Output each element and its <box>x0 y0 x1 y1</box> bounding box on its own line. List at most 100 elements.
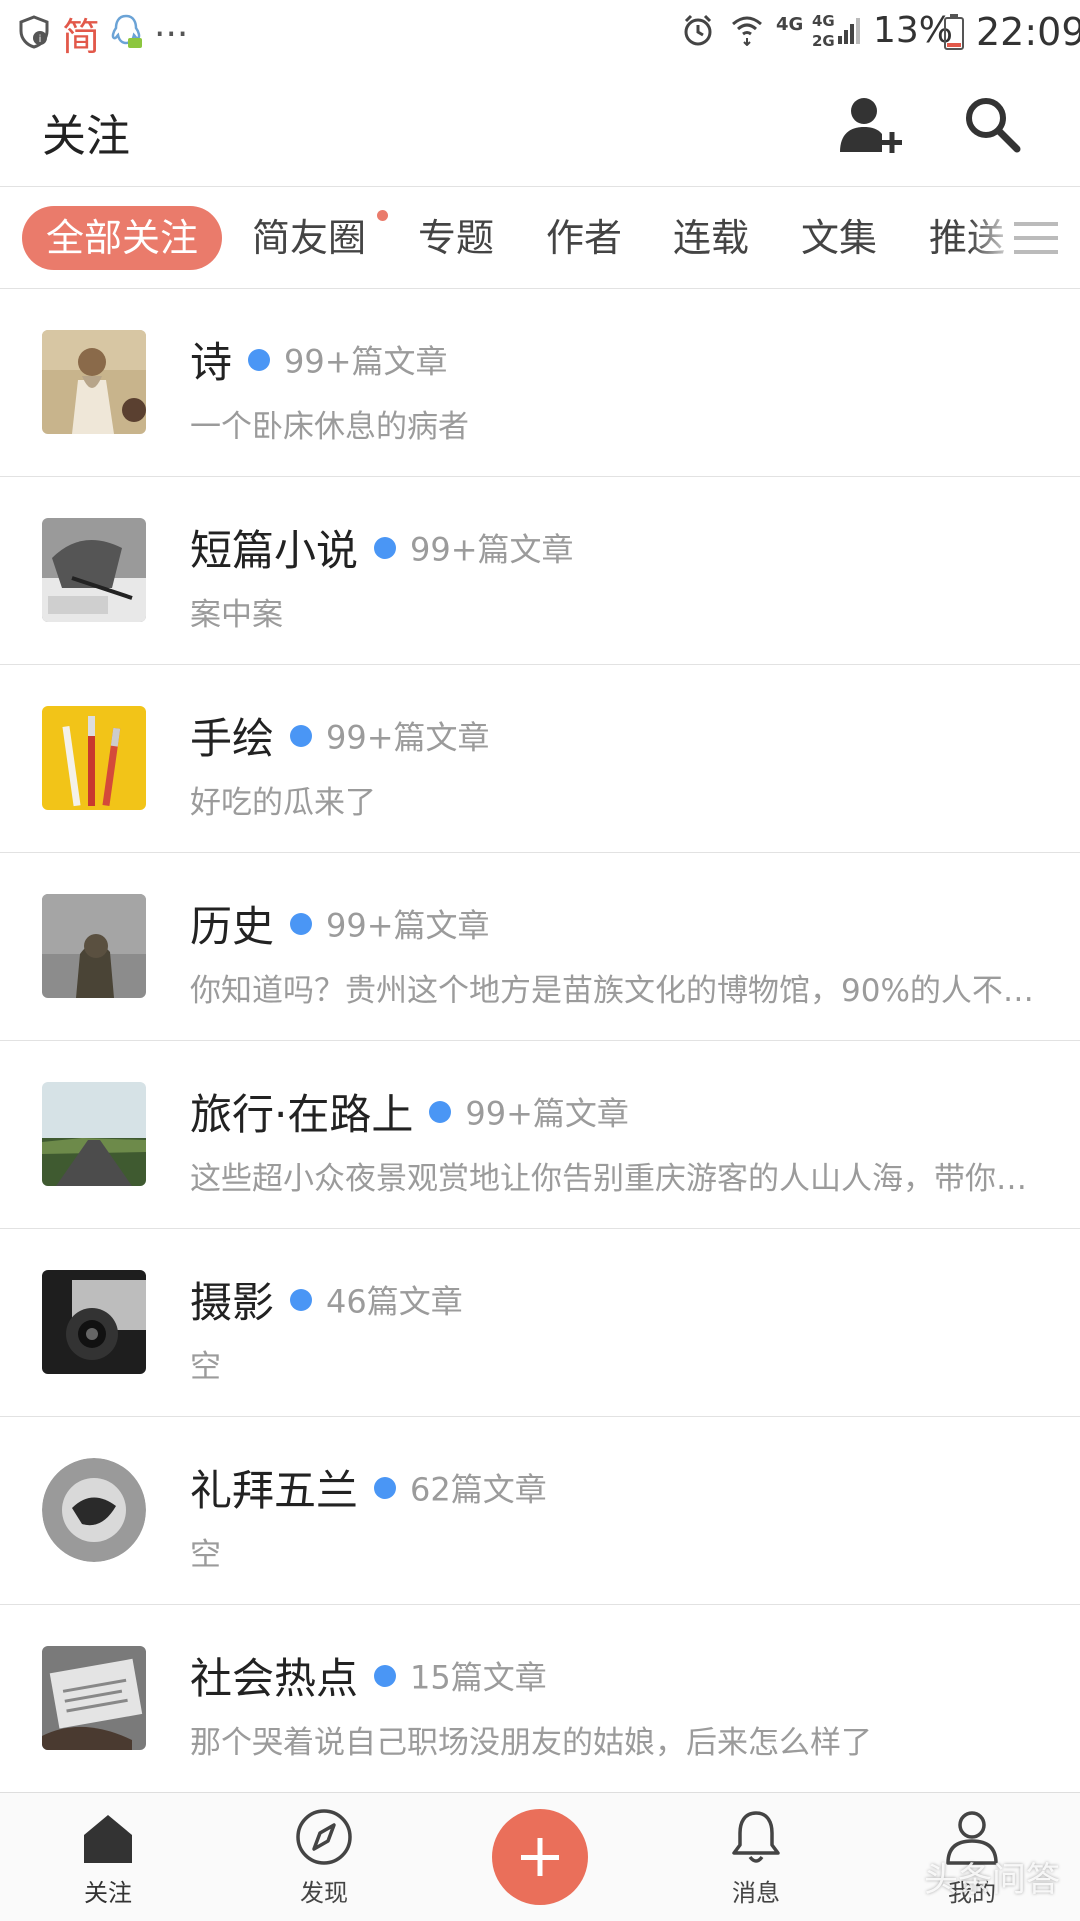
article-count: 15篇文章 <box>410 1658 547 1697</box>
alarm-icon <box>684 14 712 46</box>
item-title: 诗 99+篇文章 <box>190 329 448 390</box>
write-article-button[interactable] <box>492 1809 588 1905</box>
wifi-icon <box>732 16 762 46</box>
item-title: 礼拜五兰 62篇文章 <box>190 1457 547 1518</box>
nav-following[interactable]: 关注 <box>48 1807 168 1917</box>
nav-discover[interactable]: 发现 <box>264 1807 384 1917</box>
article-count: 99+篇文章 <box>284 342 448 381</box>
qq-icon <box>111 14 142 48</box>
nav-label: 关注 <box>84 1879 132 1907</box>
list-item[interactable]: 旅行·在路上 99+篇文章 这些超小众夜景观赏地让你告别重庆游客的人山人海，带你看… <box>0 1041 1080 1229</box>
battery-icon <box>944 14 964 50</box>
list-item[interactable]: 诗 99+篇文章 一个卧床休息的病者 <box>0 289 1080 477</box>
item-description: 案中案 <box>190 597 283 633</box>
item-name: 诗 <box>190 338 233 387</box>
article-count: 62篇文章 <box>410 1470 547 1509</box>
page-title: 关注 <box>42 111 130 162</box>
nav-label: 发现 <box>300 1879 348 1907</box>
item-name: 摄影 <box>190 1278 275 1327</box>
home-icon <box>84 1815 132 1863</box>
avatar-camera <box>42 1270 146 1374</box>
avatar-newspaper <box>42 1646 146 1750</box>
menu-icon[interactable] <box>1014 218 1058 258</box>
network-type: 4G <box>776 14 804 35</box>
update-dot <box>248 348 271 371</box>
svg-text:i: i <box>39 34 42 45</box>
avatar-brushes <box>42 706 146 810</box>
more-notifications: ... <box>154 4 189 45</box>
tab-serials[interactable]: 连载 <box>673 206 749 270</box>
network-type-sim1: 4G <box>812 12 835 30</box>
item-title: 摄影 46篇文章 <box>190 1269 463 1330</box>
article-count: 99+篇文章 <box>410 530 574 569</box>
item-title: 手绘 99+篇文章 <box>190 705 490 766</box>
list-item[interactable]: 社会热点 15篇文章 那个哭着说自己职场没朋友的姑娘，后来怎么样了 <box>0 1605 1080 1793</box>
update-dot <box>374 1476 397 1499</box>
list-item[interactable]: 摄影 46篇文章 空 <box>0 1229 1080 1417</box>
item-title: 旅行·在路上 99+篇文章 <box>190 1081 629 1142</box>
update-dot <box>290 724 313 747</box>
tab-all-following[interactable]: 全部关注 <box>22 206 223 270</box>
item-description: 空 <box>190 1349 221 1385</box>
nav-label: 消息 <box>732 1879 780 1907</box>
article-count: 99+篇文章 <box>465 1094 629 1133</box>
avatar-road <box>42 1082 146 1186</box>
item-description: 这些超小众夜景观赏地让你告别重庆游客的人山人海，带你看最美夜景 <box>190 1161 1040 1197</box>
network-type-sim2: 2G <box>812 32 835 50</box>
item-description: 空 <box>190 1537 221 1573</box>
bell-icon <box>732 1811 780 1863</box>
nav-messages[interactable]: 消息 <box>696 1807 816 1917</box>
jianshu-notify-icon: 简 <box>62 15 101 59</box>
battery-percent: 13% <box>873 10 954 51</box>
update-dot <box>374 536 397 559</box>
list-item[interactable]: 历史 99+篇文章 你知道吗？贵州这个地方是苗族文化的博物馆，90%的人不知道 <box>0 853 1080 1041</box>
item-description: 你知道吗？贵州这个地方是苗族文化的博物馆，90%的人不知道 <box>190 973 1040 1009</box>
bottom-nav: 关注 发现 消息 我的 <box>0 1792 1080 1921</box>
app-header: 关注 <box>0 66 1080 187</box>
item-title: 历史 99+篇文章 <box>190 893 490 954</box>
update-dot <box>429 1100 452 1123</box>
avatar-writing <box>42 518 146 622</box>
item-name: 旅行·在路上 <box>190 1090 414 1139</box>
list-item[interactable]: 手绘 99+篇文章 好吃的瓜来了 <box>0 665 1080 853</box>
unread-dot <box>377 210 388 221</box>
shield-icon: i <box>19 15 49 49</box>
following-list: 诗 99+篇文章 一个卧床休息的病者 短篇小说 99+篇文章 案中案 手绘 99+篇文… <box>0 289 1080 1793</box>
watermark: 头条问答 <box>924 1860 1060 1900</box>
avatar-hand <box>42 1458 146 1562</box>
item-description: 好吃的瓜来了 <box>190 785 376 821</box>
article-count: 99+篇文章 <box>326 718 490 757</box>
item-description: 那个哭着说自己职场没朋友的姑娘，后来怎么样了 <box>190 1725 872 1761</box>
item-name: 短篇小说 <box>190 526 359 575</box>
signal-icon <box>838 18 860 44</box>
article-count: 99+篇文章 <box>326 906 490 945</box>
tab-authors[interactable]: 作者 <box>546 206 622 270</box>
search-button[interactable] <box>962 94 1032 164</box>
list-item[interactable]: 礼拜五兰 62篇文章 空 <box>0 1417 1080 1605</box>
status-bar: i 简 ... 4G 4G 2G 13% 22:09 <box>0 0 1080 66</box>
search-icon <box>966 98 1021 153</box>
list-item[interactable]: 短篇小说 99+篇文章 案中案 <box>0 477 1080 665</box>
update-dot <box>374 1664 397 1687</box>
item-name: 历史 <box>190 902 275 951</box>
plus-icon <box>521 1838 559 1876</box>
update-dot <box>290 912 313 935</box>
add-user-button[interactable] <box>836 94 906 164</box>
compass-icon <box>296 1809 352 1865</box>
category-tabs: 全部关注 简友圈 专题 作者 连载 文集 推送 <box>0 188 1080 289</box>
avatar-lion-statue <box>42 894 146 998</box>
update-dot <box>290 1288 313 1311</box>
item-name: 手绘 <box>190 714 275 763</box>
item-name: 社会热点 <box>190 1654 359 1703</box>
tab-collections[interactable]: 文集 <box>801 206 877 270</box>
add-user-icon <box>840 98 902 153</box>
tab-friends-circle[interactable]: 简友圈 <box>252 206 366 270</box>
avatar-statue <box>42 330 146 434</box>
item-title: 社会热点 15篇文章 <box>190 1645 547 1706</box>
clock: 22:09 <box>976 10 1080 54</box>
item-description: 一个卧床休息的病者 <box>190 409 469 445</box>
item-name: 礼拜五兰 <box>190 1466 359 1515</box>
article-count: 46篇文章 <box>326 1282 463 1321</box>
tab-topics[interactable]: 专题 <box>418 206 494 270</box>
item-title: 短篇小说 99+篇文章 <box>190 517 574 578</box>
